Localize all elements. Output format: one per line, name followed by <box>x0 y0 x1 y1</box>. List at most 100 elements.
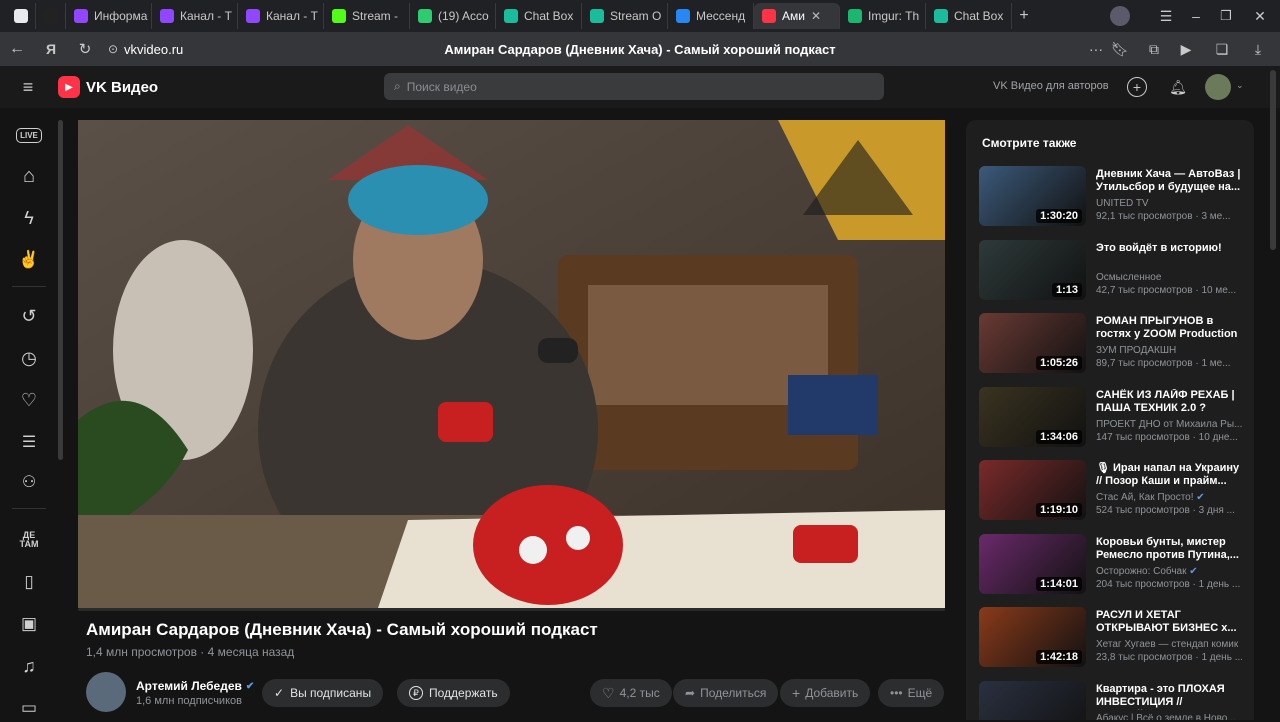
upload-plus-icon[interactable]: + <box>1127 77 1147 97</box>
recommendation-item[interactable]: 1:13 Это войдёт в историю! Осмысленное 42,7… <box>979 239 1242 300</box>
recommendation-item[interactable]: 1:42:18 РАСУЛ И ХЕТАГ ОТКРЫВАЮТ БИЗНЕС х.… <box>979 607 1242 667</box>
back-icon[interactable]: ← <box>0 32 34 66</box>
hamburger-icon[interactable]: ≡ <box>18 77 38 97</box>
recommendation-thumbnail[interactable]: 1:30:20 <box>979 166 1086 226</box>
user-avatar[interactable] <box>1205 74 1231 100</box>
browser-tab[interactable]: Канал - Т <box>152 3 238 29</box>
shield-icon[interactable]: ⊙ <box>102 32 124 66</box>
subscribed-button[interactable]: ✓ Вы подписаны <box>262 679 384 707</box>
browser-tab[interactable]: Imgur: Th <box>840 3 926 29</box>
recommendation-title[interactable]: 🎙 Иран напал на Украину // Позор Каши и … <box>1096 462 1242 488</box>
collections-icon[interactable]: ❏ <box>1212 39 1232 59</box>
download-icon[interactable]: ⤓ <box>1248 39 1268 59</box>
share-button[interactable]: ➦ Поделиться <box>673 679 779 707</box>
recommendation-thumbnail[interactable]: 1:05:26 <box>979 313 1086 373</box>
hand-icon[interactable]: ✌ <box>15 246 43 274</box>
recommendation-channel[interactable]: Хетаг Хугаев — стендап комик <box>1096 639 1242 650</box>
browser-tab[interactable]: Chat Box <box>926 3 1012 29</box>
playlist-add-icon[interactable]: ☰ <box>15 428 43 456</box>
player-progress[interactable] <box>78 608 945 611</box>
browser-tab[interactable]: Stream - <box>324 3 410 29</box>
recommendation-channel[interactable]: UNITED TV <box>1096 198 1242 209</box>
recommendation-item[interactable]: 1:05:26 РОМАН ПРЫГУНОВ в гостях у ZOOM Pr… <box>979 313 1241 373</box>
recommendation-item[interactable]: 1:19:10 🎙 Иран напал на Украину // Позор … <box>979 460 1241 520</box>
book-icon[interactable]: ▯ <box>15 568 43 596</box>
recommendation-channel[interactable]: ПРОЕКТ ДНО от Михаила Ры... <box>1096 419 1242 430</box>
home-icon[interactable]: ⌂ <box>15 162 43 190</box>
vk-video-logo-icon[interactable]: ▶ <box>58 76 80 98</box>
search-box[interactable]: ⌕ Поиск видео <box>384 73 884 100</box>
browser-tab[interactable] <box>6 3 36 29</box>
channel-name-row[interactable]: Артемий Лебедев ✔ <box>136 679 254 693</box>
browser-tab[interactable]: Chat Box <box>496 3 582 29</box>
recommendation-thumbnail[interactable]: 1:19:10 <box>979 460 1086 520</box>
recommendation-channel[interactable]: Осторожно: Собчак ✔ <box>1096 566 1242 577</box>
recommendation-item[interactable]: 1:30:20 Дневник Хача — АвтоВаз | Утильсбо… <box>979 166 1241 226</box>
logo-text[interactable]: VK Видео <box>86 79 158 96</box>
page-scrollbar[interactable] <box>1270 70 1276 250</box>
for-authors-link[interactable]: VK Видео для авторов <box>993 80 1109 92</box>
tv-icon[interactable]: ▭ <box>15 694 43 722</box>
yandex-icon[interactable]: Я <box>34 32 68 66</box>
recommendation-title[interactable]: РОМАН ПРЫГУНОВ в гостях у ZOOM Productio… <box>1096 315 1242 341</box>
recommendation-channel[interactable]: Осмысленное <box>1096 272 1242 283</box>
recommendation-thumbnail[interactable]: 1:34:06 <box>979 386 1086 447</box>
minimize-icon[interactable]: – <box>1186 6 1206 26</box>
clock-icon[interactable]: ◷ <box>15 344 43 372</box>
media-icon[interactable]: ▶ <box>1176 39 1196 59</box>
bookmark-icon[interactable]: 🔖︎ <box>1110 39 1130 59</box>
recommendation-title[interactable]: Коровьи бунты, мистер Ремесло против Пут… <box>1096 536 1242 562</box>
support-button[interactable]: ₽ Поддержать <box>397 679 510 707</box>
recommendation-item[interactable]: 1:14:01 Коровьи бунты, мистер Ремесло про… <box>979 533 1242 594</box>
browser-tab[interactable]: Ами ✕ <box>754 3 840 29</box>
live-icon[interactable]: LIVE <box>15 121 43 149</box>
like-button[interactable]: ♡ 4,2 тыс <box>590 679 672 707</box>
new-tab-icon[interactable]: + <box>1012 4 1036 28</box>
profile-avatar[interactable] <box>1110 6 1130 26</box>
tab-close-icon[interactable]: ✕ <box>811 9 821 23</box>
browser-tab[interactable]: Информа <box>66 3 152 29</box>
recommendation-thumbnail[interactable]: 1:42:18 <box>979 607 1086 667</box>
recommendation-thumbnail[interactable]: 1:13 <box>979 239 1086 300</box>
recommendation-thumbnail[interactable] <box>979 680 1086 720</box>
add-button[interactable]: + Добавить <box>780 679 871 707</box>
history-icon[interactable]: ↺ <box>15 302 43 330</box>
reload-icon[interactable]: ↻ <box>68 32 102 66</box>
recommendation-title[interactable]: Это войдёт в историю! <box>1096 242 1242 255</box>
chevron-down-icon[interactable]: ⌄ <box>1236 80 1244 91</box>
recommendation-title[interactable]: РАСУЛ И ХЕТАГ ОТКРЫВАЮТ БИЗНЕС х... <box>1096 609 1242 635</box>
menu-icon[interactable]: ☰ <box>1156 6 1176 26</box>
browser-tab[interactable]: Канал - Т <box>238 3 324 29</box>
recommendation-title[interactable]: САНЁК ИЗ ЛАЙФ РЕХАБ | ПАША ТЕХНИК 2.0 ? <box>1096 389 1242 415</box>
more-icon[interactable]: ··· <box>1086 39 1106 59</box>
music-icon[interactable]: ♫ <box>15 652 43 680</box>
heart-icon[interactable]: ♡ <box>15 386 43 414</box>
more-button[interactable]: ••• Ещё <box>878 679 945 707</box>
recommendation-title[interactable]: Дневник Хача — АвтоВаз | Утильсбор и буд… <box>1096 168 1242 194</box>
channel-name[interactable]: Артемий Лебедев <box>136 679 242 693</box>
recommendation-channel[interactable]: Стас Ай, Как Просто! ✔ <box>1096 492 1242 503</box>
clips-icon[interactable]: ▣ <box>15 610 43 638</box>
browser-tab[interactable]: Stream O <box>582 3 668 29</box>
browser-tab[interactable]: Мессенд <box>668 3 754 29</box>
channel-avatar[interactable] <box>86 672 126 712</box>
tab-favicon-icon <box>418 9 432 23</box>
recommendation-item[interactable]: 1:34:06 САНЁК ИЗ ЛАЙФ РЕХАБ | ПАША ТЕХНИК… <box>979 386 1242 447</box>
recommendation-thumbnail[interactable]: 1:14:01 <box>979 533 1086 594</box>
kids-icon[interactable]: ДЕ ТАМ <box>15 526 43 554</box>
browser-tab[interactable]: (19) Acco <box>410 3 496 29</box>
recommendation-title[interactable]: Квартира - это ПЛОХАЯ ИНВЕСТИЦИЯ // Арте… <box>1096 683 1242 710</box>
extensions-icon[interactable]: ⧉ <box>1144 39 1164 59</box>
recommendation-channel[interactable]: ЗУМ ПРОДАКШН <box>1096 345 1242 356</box>
browser-tab[interactable]: D: <box>36 3 66 29</box>
url-text[interactable]: vkvideo.ru <box>124 42 324 57</box>
recommendation-channel[interactable]: Абакус | Всё о земле в Ново... <box>1096 713 1242 721</box>
restore-icon[interactable]: ❐ <box>1216 6 1236 26</box>
close-window-icon[interactable]: ✕ <box>1250 6 1270 26</box>
sidebar-scrollbar[interactable] <box>58 120 63 460</box>
video-player[interactable] <box>78 120 945 608</box>
bell-icon[interactable]: 🔔︎ <box>1168 77 1188 97</box>
recommendation-item[interactable]: Квартира - это ПЛОХАЯ ИНВЕСТИЦИЯ // Арте… <box>979 680 1242 721</box>
community-icon[interactable]: ⚇ <box>15 468 43 496</box>
lightning-icon[interactable]: ϟ <box>15 204 43 232</box>
